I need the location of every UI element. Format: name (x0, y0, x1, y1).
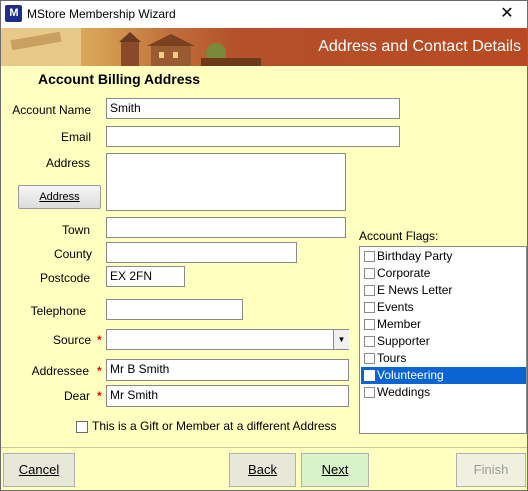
gift-checkbox[interactable] (76, 421, 88, 433)
flag-item-supporter[interactable]: Supporter (361, 333, 526, 350)
address-textarea[interactable] (106, 153, 346, 211)
source-required-marker: * (97, 333, 102, 347)
title-bar: M MStore Membership Wizard ✕ (1, 1, 527, 28)
checkbox-icon[interactable] (364, 251, 375, 262)
gift-checkbox-label: This is a Gift or Member at a different … (92, 419, 337, 433)
checkbox-icon[interactable] (364, 268, 375, 279)
dear-required-marker: * (97, 389, 102, 403)
checkbox-icon[interactable] (364, 387, 375, 398)
checkbox-icon[interactable] (364, 285, 375, 296)
checkbox-icon[interactable] (364, 336, 375, 347)
flag-item-events[interactable]: Events (361, 299, 526, 316)
account-flags-list: Birthday Party Corporate E News Letter E… (359, 246, 527, 434)
banner-title: Address and Contact Details (318, 38, 521, 55)
banner-building-icon (1, 28, 261, 66)
telephone-label: Telephone (30, 304, 86, 318)
cancel-button[interactable]: Cancel (3, 453, 75, 487)
telephone-input[interactable] (106, 299, 243, 320)
email-label: Email (60, 130, 91, 144)
header-banner: Address and Contact Details (1, 28, 527, 66)
town-label: Town (61, 223, 90, 237)
addressee-label: Addressee (31, 364, 89, 378)
finish-button: Finish (456, 453, 526, 487)
postcode-label: Postcode (39, 271, 90, 285)
addressee-input[interactable]: Mr B Smith (106, 359, 349, 381)
section-title: Account Billing Address (38, 71, 201, 87)
account-flags-label: Account Flags: (359, 229, 439, 243)
dear-label: Dear (63, 389, 90, 403)
flag-item-e-news-letter[interactable]: E News Letter (361, 282, 526, 299)
town-input[interactable] (106, 217, 346, 238)
flag-item-member[interactable]: Member (361, 316, 526, 333)
flag-item-corporate[interactable]: Corporate (361, 265, 526, 282)
checkbox-icon[interactable] (364, 353, 375, 364)
chevron-down-icon[interactable]: ▼ (333, 330, 349, 349)
next-button[interactable]: Next (301, 453, 369, 487)
account-name-input[interactable]: Smith (106, 98, 400, 119)
checkbox-icon[interactable] (364, 302, 375, 313)
source-label: Source (52, 333, 91, 347)
email-input[interactable] (106, 126, 400, 147)
checkbox-icon[interactable] (364, 319, 375, 330)
checkbox-icon[interactable] (364, 370, 375, 381)
flag-item-weddings[interactable]: Weddings (361, 384, 526, 401)
address-lookup-button[interactable]: Address (18, 185, 101, 209)
close-button[interactable]: ✕ (487, 1, 527, 28)
county-label: County (53, 247, 92, 261)
addressee-required-marker: * (97, 364, 102, 378)
postcode-input[interactable]: EX 2FN (106, 266, 185, 287)
account-name-label: Account Name (12, 103, 91, 117)
app-logo-icon: M (5, 5, 22, 22)
flag-item-volunteering[interactable]: Volunteering (361, 367, 526, 384)
source-select[interactable] (106, 329, 349, 350)
dear-input[interactable]: Mr Smith (106, 385, 349, 407)
back-button[interactable]: Back (229, 453, 296, 487)
county-input[interactable] (106, 242, 297, 263)
flag-item-birthday-party[interactable]: Birthday Party (361, 248, 526, 265)
wizard-window: M MStore Membership Wizard ✕ Address and… (0, 0, 528, 491)
address-label: Address (45, 156, 90, 170)
flag-item-tours[interactable]: Tours (361, 350, 526, 367)
window-title: MStore Membership Wizard (27, 7, 176, 21)
